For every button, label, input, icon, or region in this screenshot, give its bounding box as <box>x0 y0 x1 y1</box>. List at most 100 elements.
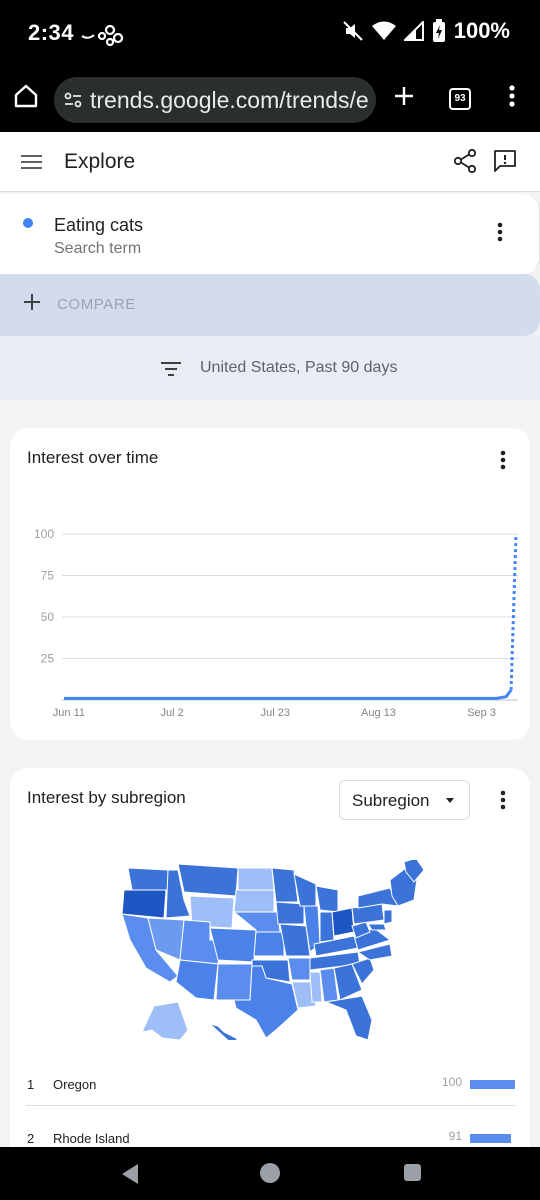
card-title: Interest over time <box>27 448 159 467</box>
map-region-hawaii <box>209 1023 238 1040</box>
wifi-icon <box>371 21 396 40</box>
region-value: 100 <box>441 1075 462 1089</box>
y-tick-label: 75 <box>41 569 55 583</box>
map-region-michigan <box>315 885 339 913</box>
site-settings-icon[interactable] <box>63 90 83 110</box>
status-time: 2:34 <box>28 20 75 45</box>
system-nav-bar <box>0 1147 540 1200</box>
more-vert-icon <box>500 450 506 470</box>
map-region-new-jersey <box>383 909 393 925</box>
filter-summary: United States, Past 90 days <box>200 359 398 376</box>
new-tab-button[interactable] <box>390 82 418 115</box>
interest-over-time-card: Interest over time 100 75 50 25 Jun 11 Jul 2 J… <box>10 428 530 740</box>
region-name: Oregon <box>53 1077 97 1092</box>
status-bar: 2:34 100% <box>0 0 540 68</box>
subregion-select-value: Subregion <box>352 791 430 810</box>
region-rank: 2 <box>27 1131 35 1146</box>
mute-icon <box>343 21 363 41</box>
share-icon <box>453 148 477 174</box>
map-region-colorado <box>209 927 257 963</box>
term-name: Eating cats <box>54 215 144 235</box>
plus-icon <box>395 87 413 105</box>
card-more-button[interactable] <box>497 448 509 477</box>
x-tick-label: Sep 3 <box>467 707 496 719</box>
series-line <box>64 689 513 700</box>
interest-line-chart[interactable]: 100 75 50 25 Jun 11 Jul 2 Jul 23 Aug 13 Sep 3 <box>10 508 530 728</box>
back-icon[interactable] <box>120 1163 140 1185</box>
more-vert-icon <box>509 85 515 107</box>
series-line-partial <box>509 533 518 691</box>
home-button[interactable] <box>12 82 44 114</box>
dropdown-caret-icon <box>446 798 454 803</box>
us-choropleth-map[interactable] <box>106 860 426 1040</box>
home-icon <box>14 84 38 108</box>
status-notification-icons <box>78 22 128 51</box>
map-region-alaska <box>141 1001 189 1040</box>
map-region-new-mexico <box>215 963 253 1001</box>
term-type: Search term <box>54 240 142 257</box>
hamburger-icon <box>21 155 42 169</box>
x-tick-label: Jun 11 <box>53 707 85 719</box>
region-row[interactable]: 2 Rhode Island 91 <box>26 1120 516 1147</box>
more-vert-icon <box>500 790 506 810</box>
map-region-arkansas <box>287 957 311 981</box>
map-region-washington <box>127 867 169 891</box>
feedback-button[interactable] <box>492 148 518 179</box>
status-right-icons: 100% <box>342 18 510 44</box>
feedback-icon <box>494 150 516 172</box>
interest-by-subregion-card: Interest by subregion Subregion 1 Oregon… <box>10 768 530 1147</box>
map-region-montana <box>177 863 239 897</box>
plus-icon <box>24 294 40 310</box>
region-rank: 1 <box>27 1077 35 1092</box>
map-region-kansas <box>253 931 285 957</box>
region-row[interactable]: 1 Oregon 100 <box>26 1066 516 1106</box>
share-button[interactable] <box>452 148 478 179</box>
browser-toolbar: trends.google.com/trends/e 93 <box>0 68 540 132</box>
filter-row[interactable]: United States, Past 90 days <box>0 336 540 400</box>
region-bar <box>470 1134 511 1143</box>
map-region-mississippi <box>309 971 323 1003</box>
home-nav-button[interactable] <box>260 1163 280 1183</box>
tab-switcher-button[interactable]: 93 <box>449 88 471 110</box>
y-tick-label: 50 <box>41 610 55 624</box>
browser-menu-button[interactable] <box>502 82 522 115</box>
region-name: Rhode Island <box>53 1131 130 1146</box>
map-region-ohio <box>331 907 355 937</box>
search-term-card[interactable]: Eating cats Search term <box>0 194 540 274</box>
battery-charging-icon <box>432 19 445 42</box>
pinwheel-icon <box>97 24 124 47</box>
card-title: Interest by subregion <box>27 788 186 807</box>
map-region-minnesota <box>271 867 299 903</box>
recents-nav-button[interactable] <box>404 1164 421 1181</box>
map-region-north-dakota <box>237 867 275 891</box>
map-region-florida <box>324 995 373 1040</box>
map-region-pennsylvania <box>351 903 385 925</box>
filter-icon <box>161 362 181 376</box>
x-tick-label: Jul 23 <box>261 707 290 719</box>
y-tick-label: 100 <box>34 527 54 541</box>
main-menu-button[interactable] <box>20 152 44 177</box>
app-header: Explore <box>0 132 540 192</box>
more-vert-icon <box>497 222 503 242</box>
url-bar[interactable]: trends.google.com/trends/e <box>54 77 376 123</box>
battery-percent: 100% <box>453 18 510 43</box>
term-more-button[interactable] <box>494 220 506 249</box>
subregion-select[interactable]: Subregion <box>339 780 470 820</box>
card-more-button[interactable] <box>497 788 509 817</box>
region-value: 91 <box>448 1129 462 1143</box>
signal-icon <box>403 21 424 41</box>
map-region-oregon <box>121 889 167 919</box>
region-bar <box>470 1080 515 1089</box>
url-text: trends.google.com/trends/e <box>90 87 369 113</box>
map-region-arizona <box>175 959 219 1001</box>
x-tick-label: Aug 13 <box>361 707 396 719</box>
page-content: Explore Eating cats Search term COMPARE … <box>0 132 540 1147</box>
term-color-dot <box>23 218 33 228</box>
minus-wave-icon <box>81 34 95 39</box>
compare-label: COMPARE <box>57 296 136 313</box>
row-divider <box>26 1105 516 1106</box>
x-tick-label: Jul 2 <box>160 707 183 719</box>
page-title: Explore <box>64 150 136 173</box>
map-region-south-dakota <box>233 889 275 913</box>
compare-button[interactable]: COMPARE <box>0 274 540 336</box>
